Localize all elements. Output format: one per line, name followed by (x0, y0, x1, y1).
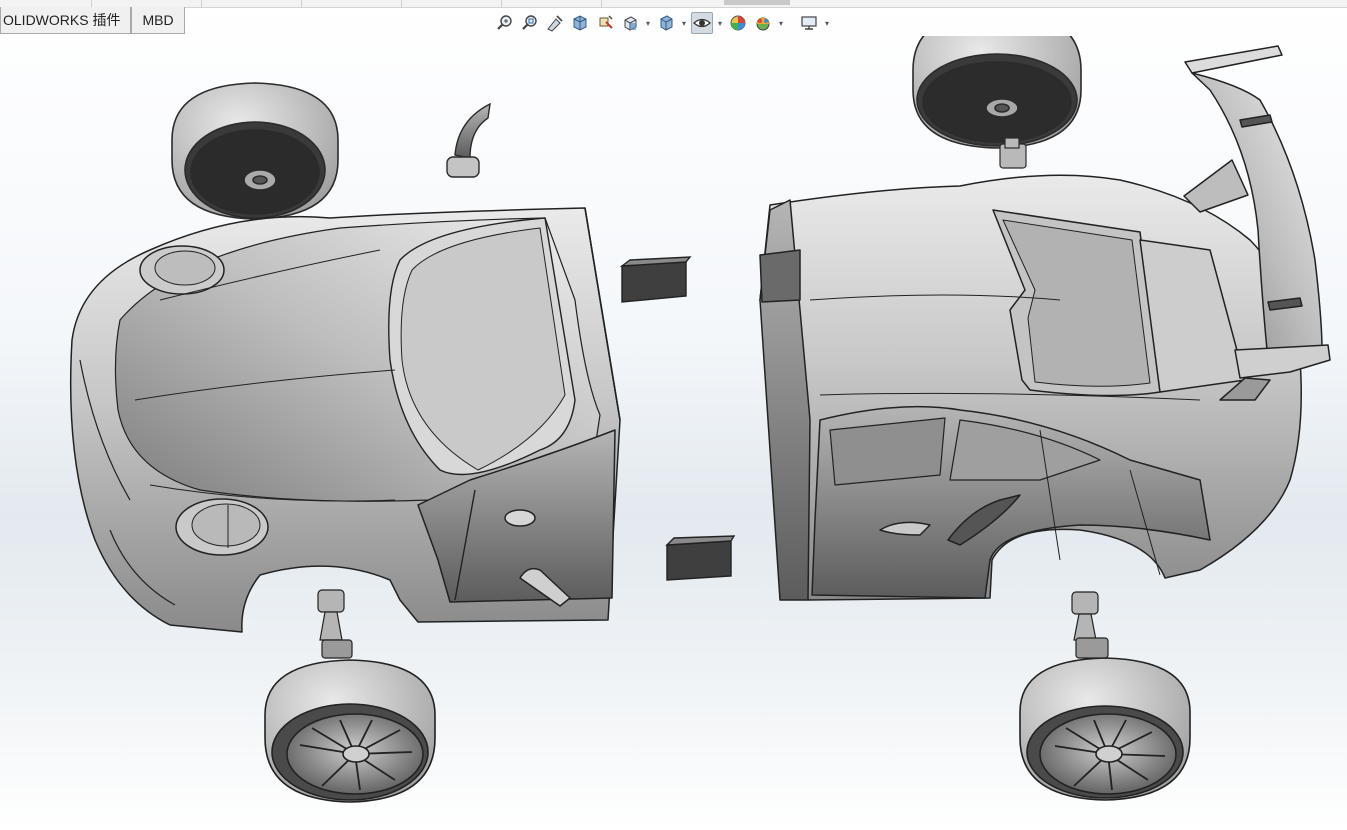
mounting-block (619, 256, 692, 303)
mounting-block (665, 535, 736, 581)
zoom-to-area-icon[interactable] (519, 12, 541, 34)
front-body-shell (69, 207, 621, 633)
top-ribbon-strip (0, 0, 1347, 8)
view-orientation-dropdown-icon[interactable]: ▾ (644, 12, 652, 34)
heads-up-view-toolbar: ▾ ▾ ▾ ▾ ▾ (494, 10, 831, 36)
edit-appearance-icon[interactable] (727, 12, 749, 34)
command-manager-tabs: OLIDWORKS 插件 MBD (0, 7, 185, 35)
view-settings-dropdown-icon[interactable]: ▾ (823, 12, 831, 34)
display-style-dropdown-icon[interactable]: ▾ (680, 12, 688, 34)
display-style-icon[interactable] (655, 12, 677, 34)
tab-mbd[interactable]: MBD (131, 7, 185, 34)
front-left-wheel (171, 82, 339, 220)
front-right-wheel (264, 659, 436, 803)
rear-body-shell (759, 174, 1302, 601)
ribbon-divider (90, 0, 92, 7)
ribbon-divider (300, 0, 302, 7)
ribbon-divider (200, 0, 202, 7)
hide-show-dropdown-icon[interactable]: ▾ (716, 12, 724, 34)
ribbon-divider (500, 0, 502, 7)
exhaust-pipe (446, 102, 491, 178)
rear-right-suspension (1071, 591, 1109, 659)
ribbon-divider (400, 0, 402, 7)
dynamic-annotation-icon[interactable] (594, 12, 616, 34)
apply-scene-icon[interactable] (752, 12, 774, 34)
rear-left-wheel (912, 36, 1082, 149)
previous-view-icon[interactable] (544, 12, 566, 34)
view-settings-icon[interactable] (798, 12, 820, 34)
ribbon-divider (600, 0, 602, 7)
graphics-area-exploded-car-model[interactable] (0, 36, 1347, 830)
hide-show-items-icon[interactable] (691, 12, 713, 34)
apply-scene-dropdown-icon[interactable]: ▾ (777, 12, 785, 34)
section-view-icon[interactable] (569, 12, 591, 34)
active-ribbon-indicator (724, 0, 790, 5)
zoom-to-fit-icon[interactable] (494, 12, 516, 34)
front-right-suspension (317, 589, 353, 659)
view-orientation-icon[interactable] (619, 12, 641, 34)
rear-right-wheel (1019, 657, 1191, 801)
tab-solidworks-addins[interactable]: OLIDWORKS 插件 (0, 7, 132, 34)
